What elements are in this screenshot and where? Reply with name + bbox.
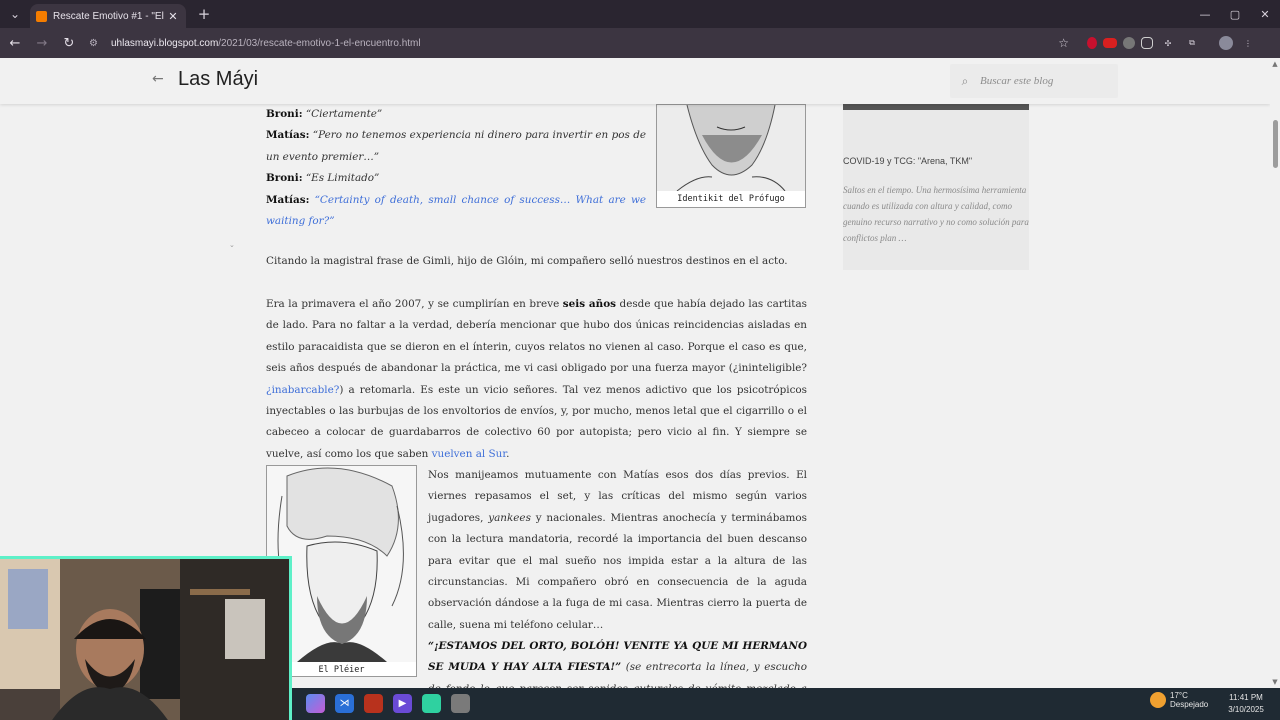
app-red-icon[interactable] <box>364 694 383 713</box>
paragraph: Nos manijeamos mutuamente con Matías eso… <box>428 465 807 636</box>
copilot-icon[interactable] <box>306 694 325 713</box>
extension-red-icon[interactable] <box>1087 37 1097 49</box>
search-placeholder[interactable]: Buscar este blog <box>980 75 1053 87</box>
snippet-text: Saltos en el tiempo. Una hermosísima her… <box>843 185 1029 243</box>
media-player-icon[interactable]: ▶ <box>393 694 412 713</box>
system-clock[interactable]: 11:41 PM 3/10/2025 <box>1220 692 1272 716</box>
text: . <box>506 447 510 460</box>
weather-condition: Despejado <box>1170 700 1209 709</box>
weather-sun-icon <box>1150 692 1166 708</box>
url-path: /2021/03/rescate-emotivo-1-el-encuentro.… <box>218 37 421 49</box>
adblock-icon[interactable] <box>1103 38 1117 48</box>
browser-toolbar: ← → ↻ ⚙ uhlasmayi.blogspot.com/2021/03/r… <box>0 28 1280 58</box>
extensions-puzzle-icon[interactable]: ⧉ <box>1183 34 1201 52</box>
dialog-line: Matías: “Pero no tenemos experiencia ni … <box>266 125 646 168</box>
paragraph: Era la primavera el año 2007, y se cumpl… <box>266 294 807 465</box>
blog-back-icon[interactable]: ← <box>152 71 164 87</box>
back-icon[interactable]: ← <box>3 31 27 55</box>
blog-search-box[interactable]: ⌕ Buscar este blog <box>950 64 1118 98</box>
taskbar-apps: ⋊ ▶ <box>306 694 470 713</box>
inline-link[interactable]: ¿inabarcable? <box>266 384 339 396</box>
site-info-icon[interactable]: ⚙ <box>89 38 105 49</box>
tab-title: Rescate Emotivo #1 - "El Encu <box>53 10 166 22</box>
blogger-favicon-icon <box>36 10 47 22</box>
paragraph: Citando la magistral frase de Gimli, hij… <box>266 255 788 267</box>
extension-tool-icon[interactable]: ✣ <box>1159 34 1177 52</box>
dialog-text: “Pero no tenemos experiencia ni dinero p… <box>266 129 647 163</box>
post-thumbnail[interactable] <box>843 104 1029 110</box>
speaker-name: Matías: <box>266 129 310 142</box>
scroll-up-icon[interactable]: ▲ <box>1271 60 1279 68</box>
webcam-overlay <box>0 556 292 720</box>
scroll-down-icon[interactable]: ▼ <box>1271 678 1279 686</box>
extension-gray-icon[interactable] <box>1123 37 1135 49</box>
bookmark-star-icon[interactable]: ☆ <box>1058 36 1069 50</box>
dialog-line: Broni: “Ciertamente” <box>266 104 646 125</box>
close-window-icon[interactable]: ✕ <box>1250 0 1280 28</box>
address-bar[interactable]: ⚙ uhlasmayi.blogspot.com/2021/03/rescate… <box>89 32 1079 54</box>
figure-identikit: Identikit del Prófugo <box>656 104 806 208</box>
profile-avatar-icon[interactable] <box>1219 36 1233 50</box>
text: y nacionales. Mientras anochecía y termi… <box>428 511 808 631</box>
sidebar-featured-post[interactable]: COVID-19 y TCG: "Arena, TKM" Saltos en e… <box>843 104 1029 270</box>
dialog-text: “Ciertamente” <box>305 108 383 120</box>
speaker-name: Matías: <box>266 193 310 206</box>
figure-caption: Identikit del Prófugo <box>677 194 785 204</box>
paragraph: “¡ESTAMOS DEL ORTO, BOLÓH! VENITE YA QUE… <box>428 636 807 688</box>
vuelven-al-sur-link[interactable]: vuelven al Sur <box>432 448 507 460</box>
window-controls: — ▢ ✕ <box>1190 0 1280 28</box>
page-scrollbar[interactable]: ▲ ▼ <box>1270 58 1280 688</box>
post-body: Broni: “Ciertamente” Matías: “Pero no te… <box>266 104 807 688</box>
forward-icon[interactable]: → <box>30 31 54 55</box>
close-tab-icon[interactable]: ✕ <box>166 10 180 23</box>
speaker-name: Broni: <box>266 172 303 185</box>
dialog-quote-link[interactable]: “Certainty of death, small chance of suc… <box>266 194 646 227</box>
sketch-image-bearded-man <box>657 105 805 191</box>
vscode-icon[interactable]: ⋊ <box>335 694 354 713</box>
url-host: uhlasmayi.blogspot.com <box>111 37 219 49</box>
reload-icon[interactable]: ↻ <box>57 31 81 55</box>
cursor-mark: ⌄ <box>229 241 235 249</box>
maximize-icon[interactable]: ▢ <box>1220 0 1250 28</box>
bold-text: seis años <box>562 298 616 310</box>
tab-search-icon[interactable]: ⌄ <box>4 3 26 25</box>
menu-icon[interactable]: ⋮ <box>1239 34 1257 52</box>
extensions-area: ✣ ⧉ ⋮ <box>1087 34 1257 52</box>
clock-time: 11:41 PM <box>1229 693 1263 702</box>
blog-header: ← Las Máyi ⌕ Buscar este blog <box>0 58 1270 104</box>
new-tab-icon[interactable]: + <box>194 4 214 24</box>
clock-date: 3/10/2025 <box>1228 705 1264 714</box>
speaker-name: Broni: <box>266 108 303 120</box>
dialog-line: Matías: “Certainty of death, small chanc… <box>266 190 646 233</box>
dialog-line: Broni: “Es Limitado” <box>266 168 646 189</box>
featured-post-snippet: Saltos en el tiempo. Una hermosísima her… <box>843 182 1029 246</box>
text: ) a retomarla. Es este un vicio señores.… <box>266 383 807 460</box>
text: Era la primavera el año 2007, y se cumpl… <box>266 298 563 310</box>
browser-tab-bar: ⌄ Rescate Emotivo #1 - "El Encu ✕ + — ▢ … <box>0 0 1280 28</box>
snippet-ellipsis: … <box>898 233 907 243</box>
scrollbar-thumb[interactable] <box>1273 120 1278 168</box>
dialog-text: “Es Limitado” <box>305 172 380 185</box>
app-gray-icon[interactable] <box>451 694 470 713</box>
temperature: 17°C <box>1170 691 1188 700</box>
minimize-icon[interactable]: — <box>1190 0 1220 28</box>
dialog-block: Broni: “Ciertamente” Matías: “Pero no te… <box>266 104 646 232</box>
search-icon[interactable]: ⌕ <box>950 74 980 89</box>
app-green-icon[interactable] <box>422 694 441 713</box>
blog-title[interactable]: Las Máyi <box>178 68 258 91</box>
weather-text: 17°C Despejado <box>1170 691 1208 709</box>
italic-text: yankees <box>488 511 531 524</box>
featured-post-title[interactable]: COVID-19 y TCG: "Arena, TKM" <box>843 156 1029 166</box>
browser-tab[interactable]: Rescate Emotivo #1 - "El Encu ✕ <box>30 4 186 28</box>
extension-box-icon[interactable] <box>1141 37 1153 49</box>
weather-widget[interactable]: 17°C Despejado <box>1150 691 1208 709</box>
